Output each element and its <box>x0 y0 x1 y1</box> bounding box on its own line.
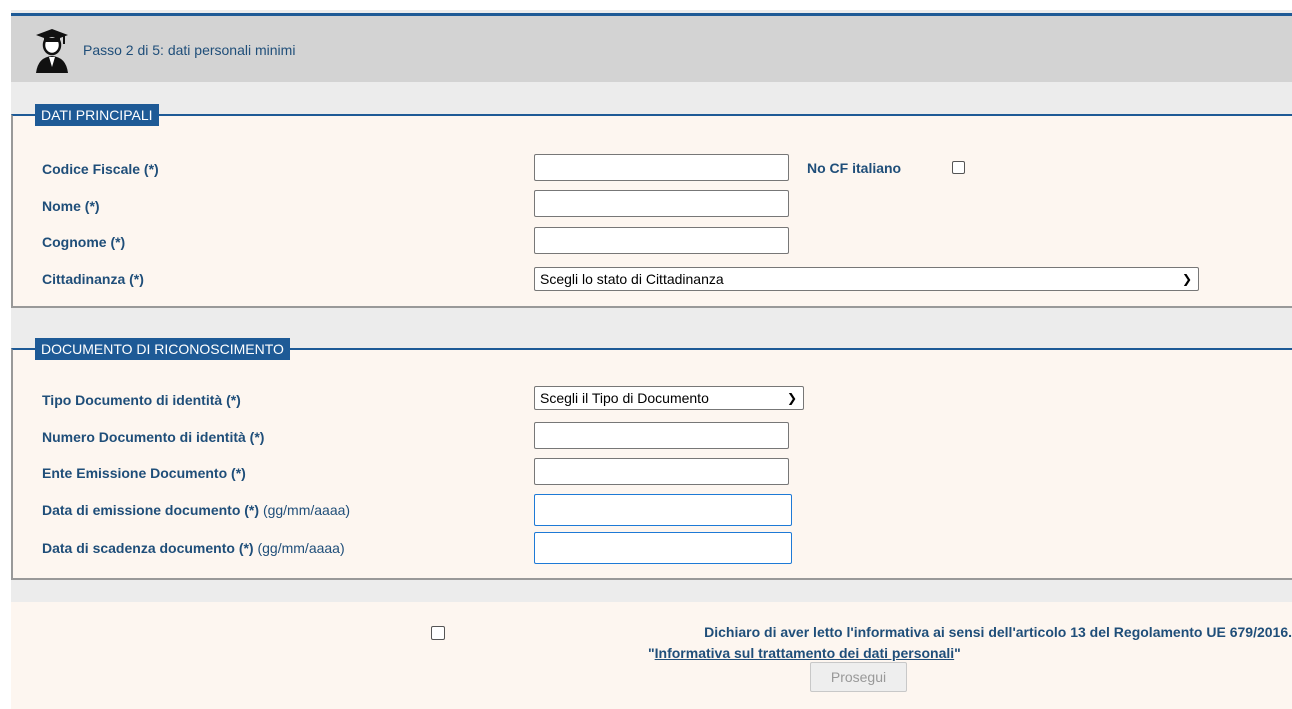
documento-legend: DOCUMENTO DI RICONOSCIMENTO <box>35 338 290 360</box>
ente-emissione-input[interactable] <box>534 458 789 485</box>
data-scadenza-input[interactable] <box>534 532 792 564</box>
step-header: Passo 2 di 5: dati personali minimi <box>11 13 1292 82</box>
nome-label: Nome (*) <box>42 198 100 214</box>
prosegui-button[interactable]: Prosegui <box>810 662 907 692</box>
form-page: Passo 2 di 5: dati personali minimi DATI… <box>11 10 1292 709</box>
quote-open: " <box>648 645 655 661</box>
data-scadenza-label: Data di scadenza documento (*) (gg/mm/aa… <box>42 540 345 556</box>
cognome-input[interactable] <box>534 227 789 254</box>
chevron-down-icon: ❯ <box>1181 272 1192 286</box>
data-emissione-label-text: Data di emissione documento (*) <box>42 502 260 518</box>
chevron-down-icon: ❯ <box>786 391 797 405</box>
cittadinanza-select[interactable]: Scegli lo stato di Cittadinanza ❯ <box>534 267 1199 291</box>
consent-section: Dichiaro di aver letto l'informativa ai … <box>11 602 1292 709</box>
dati-principali-section: DATI PRINCIPALI Codice Fiscale (*) No CF… <box>11 104 1292 308</box>
quote-close: " <box>954 645 961 661</box>
step-title: Passo 2 di 5: dati personali minimi <box>83 42 296 58</box>
data-emissione-hint: (gg/mm/aaaa) <box>262 502 351 518</box>
no-cf-checkbox[interactable] <box>952 161 965 174</box>
consent-checkbox[interactable] <box>431 626 445 640</box>
cognome-label: Cognome (*) <box>42 234 126 250</box>
ente-emissione-label: Ente Emissione Documento (*) <box>42 465 246 481</box>
codice-fiscale-label: Codice Fiscale (*) <box>42 161 159 177</box>
dati-principali-legend: DATI PRINCIPALI <box>35 104 159 126</box>
documento-section: DOCUMENTO DI RICONOSCIMENTO Tipo Documen… <box>11 338 1292 580</box>
no-cf-label: No CF italiano <box>807 160 902 176</box>
numero-documento-input[interactable] <box>534 422 789 449</box>
data-emissione-input[interactable] <box>534 494 792 526</box>
privacy-notice: "Informativa sul trattamento dei dati pe… <box>648 645 961 661</box>
cittadinanza-selected: Scegli lo stato di Cittadinanza <box>540 271 724 287</box>
data-scadenza-label-text: Data di scadenza documento (*) <box>42 540 254 556</box>
tipo-documento-label: Tipo Documento di identità (*) <box>42 392 241 408</box>
cittadinanza-label: Cittadinanza (*) <box>42 271 144 287</box>
codice-fiscale-input[interactable] <box>534 154 789 181</box>
numero-documento-label: Numero Documento di identità (*) <box>42 429 265 445</box>
data-emissione-label: Data di emissione documento (*) (gg/mm/a… <box>42 502 350 518</box>
graduate-icon <box>36 29 68 73</box>
tipo-documento-select[interactable]: Scegli il Tipo di Documento ❯ <box>534 386 804 410</box>
tipo-documento-selected: Scegli il Tipo di Documento <box>540 390 709 406</box>
data-scadenza-hint: (gg/mm/aaaa) <box>257 540 345 556</box>
consent-text: Dichiaro di aver letto l'informativa ai … <box>704 624 1292 640</box>
nome-input[interactable] <box>534 190 789 217</box>
privacy-notice-link[interactable]: Informativa sul trattamento dei dati per… <box>655 645 955 661</box>
